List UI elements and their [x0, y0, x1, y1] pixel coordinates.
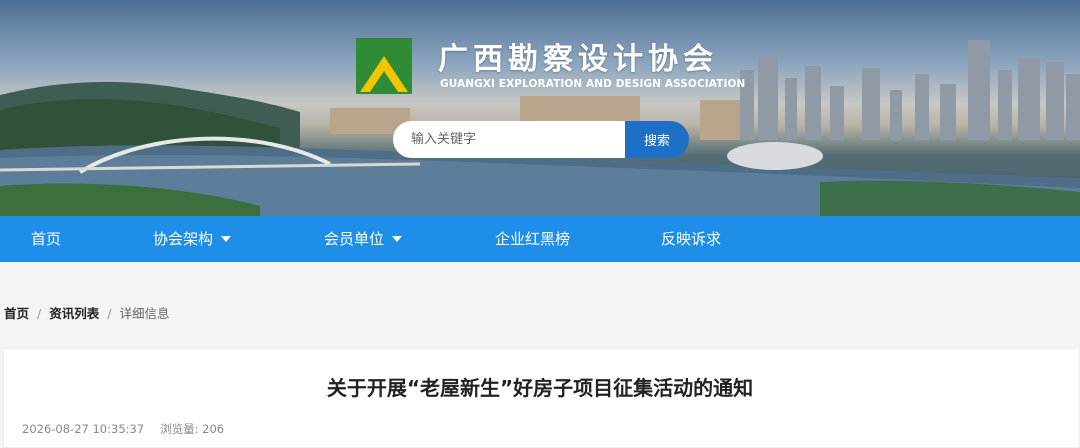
association-logo[interactable] [356, 38, 412, 94]
search-input[interactable] [393, 121, 625, 158]
triangle-logo-icon [356, 38, 412, 94]
article-meta: 2026-08-27 10:35:37 浏览量: 206 [22, 421, 224, 437]
nav-item-label: 企业红黑榜 [495, 230, 571, 248]
site-subtitle: GUANGXI EXPLORATION AND DESIGN ASSOCIATI… [440, 78, 746, 90]
nav-item-label: 反映诉求 [661, 230, 722, 248]
nav-item-label: 首页 [31, 230, 62, 248]
main-nav: 首页 协会架构 会员单位 企业红黑榜 反映诉求 [0, 216, 1080, 262]
nav-item-label: 协会架构 [153, 230, 214, 248]
nav-item-label: 会员单位 [324, 230, 385, 248]
article-date: 2026-08-27 10:35:37 [22, 422, 145, 436]
nav-item-member-units[interactable]: 会员单位 [324, 216, 403, 262]
breadcrumb-current: 详细信息 [119, 306, 170, 321]
search-button[interactable]: 搜索 [625, 121, 689, 158]
city-skyline-image [0, 40, 1080, 216]
breadcrumb: 首页 / 资讯列表 / 详细信息 [4, 303, 169, 322]
nav-item-association-structure[interactable]: 协会架构 [153, 216, 232, 262]
nav-item-enterprise-lists[interactable]: 企业红黑榜 [495, 216, 570, 262]
article-title: 关于开展“老屋新生”好房子项目征集活动的通知 [326, 376, 754, 400]
breadcrumb-separator: / [107, 306, 112, 321]
breadcrumb-home-link[interactable]: 首页 [4, 306, 29, 321]
header-banner: 广西勘察设计协会 GUANGXI EXPLORATION AND DESIGN … [0, 0, 1080, 216]
chevron-down-icon [392, 235, 403, 242]
article-views: 浏览量: 206 [160, 422, 225, 436]
chevron-down-icon [221, 235, 232, 242]
breadcrumb-separator: / [37, 306, 42, 321]
nav-item-home[interactable]: 首页 [31, 216, 61, 262]
site-title: 广西勘察设计协会 [438, 42, 718, 77]
nav-item-feedback[interactable]: 反映诉求 [661, 216, 721, 262]
breadcrumb-list-link[interactable]: 资讯列表 [49, 306, 99, 321]
